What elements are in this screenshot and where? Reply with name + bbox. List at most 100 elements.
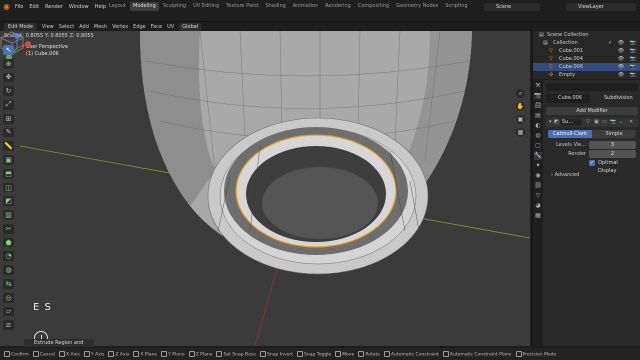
visibility-icons[interactable]: ✓ 👁 📷 (608, 39, 638, 47)
annotate-icon[interactable]: ✎ (3, 127, 14, 138)
blender-logo-icon[interactable]: ◉ (3, 3, 11, 11)
modifier-name-field[interactable]: Su... (560, 119, 582, 126)
outliner-row[interactable]: ▤ Scene Collection (533, 31, 640, 39)
menu-select[interactable]: Select (59, 23, 74, 31)
menu-edit[interactable]: Edit (29, 3, 39, 11)
menu-edge[interactable]: Edge (133, 23, 146, 31)
menu-file[interactable]: File (15, 3, 23, 11)
last-operator-panel[interactable]: Extrude Region and Move (24, 339, 94, 354)
visibility-icons[interactable]: 👁 📷 (618, 55, 638, 63)
loop-cut-icon[interactable]: ▥ (3, 210, 14, 220)
menu-face[interactable]: Face (151, 23, 162, 31)
tool-tab-icon[interactable]: ⚒ (534, 82, 542, 90)
tab-sculpting[interactable]: Sculpting (160, 2, 189, 11)
render-levels-field[interactable]: 2 (589, 150, 636, 158)
menu-vertex[interactable]: Vertex (112, 23, 128, 31)
perspective-grid-icon[interactable]: ▦ (516, 128, 525, 137)
camera-view-icon[interactable]: ▣ (516, 115, 525, 124)
advanced-label: Advanced (554, 172, 580, 178)
object-tab-icon[interactable]: ▢ (534, 142, 542, 150)
3d-viewport[interactable]: Scale X: 0.8055 Y: 0.8055 Z: 0.8055 User… (0, 31, 530, 346)
catmull-clark-button[interactable]: Catmull-Clark (548, 130, 592, 138)
collapse-chevron-icon[interactable]: ▾ (549, 118, 552, 127)
outliner-row[interactable]: ▽ Cube.004 👁 📷 (533, 55, 640, 63)
pan-hand-icon[interactable]: ✋ (516, 102, 525, 111)
outliner-row-selected[interactable]: ▽ Cube.006 👁 📷 (533, 63, 640, 71)
spin-icon[interactable]: ◔ (3, 251, 14, 262)
smooth-icon[interactable]: ◍ (3, 265, 14, 276)
add-cube-icon[interactable]: ▣ (3, 155, 14, 165)
data-tab-icon[interactable]: ▽ (534, 192, 542, 200)
texture-tab-icon[interactable]: ▦ (534, 212, 542, 220)
constraints-tab-icon[interactable]: ⛓ (534, 182, 542, 190)
view-layer-selector[interactable]: ViewLayer (566, 3, 636, 11)
advanced-section[interactable]: › Advanced (551, 171, 579, 179)
cursor-icon[interactable]: ⊕ (3, 58, 14, 69)
optimal-display-label: Optimal Display (598, 160, 618, 174)
object-name-field[interactable]: Cube.006 (546, 94, 590, 103)
view-layer-tab-icon[interactable]: ▤ (534, 112, 542, 120)
outliner-row[interactable]: ▤ Collection ✓ 👁 📷 (533, 39, 640, 47)
physics-tab-icon[interactable]: ◉ (534, 172, 542, 180)
world-tab-icon[interactable]: ◍ (534, 132, 542, 140)
render-icon[interactable]: 📷 (610, 118, 616, 127)
dropdown-icon[interactable]: ⌄ (619, 118, 623, 127)
shear-icon[interactable]: ▱ (3, 306, 14, 317)
add-modifier-button[interactable]: Add Modifier (546, 107, 638, 115)
menu-add[interactable]: Add (79, 23, 89, 31)
menu-window[interactable]: Window (69, 3, 89, 11)
visibility-icons[interactable]: 👁 📷 (618, 47, 638, 55)
tab-animation[interactable]: Animation (290, 2, 322, 11)
measure-icon[interactable]: 📏 (3, 141, 14, 152)
levels-viewport-field[interactable]: 3 (589, 141, 636, 149)
rotate-icon[interactable]: ↻ (3, 86, 14, 97)
tab-scripting[interactable]: Scripting (442, 2, 470, 11)
knife-icon[interactable]: ✂ (3, 223, 14, 234)
zoom-icon[interactable]: ⌕ (516, 89, 525, 98)
shrink-fatten-icon[interactable]: ◎ (3, 292, 14, 303)
inset-icon[interactable]: ◫ (3, 182, 14, 193)
modifier-tab-icon[interactable]: 🔧 (534, 152, 542, 160)
edit-mode-icon[interactable]: ▣ (594, 118, 599, 127)
properties-search[interactable] (546, 83, 638, 91)
particles-tab-icon[interactable]: ✦ (534, 162, 542, 170)
tab-layout[interactable]: Layout (106, 2, 129, 11)
move-icon[interactable]: ✥ (3, 72, 14, 83)
tab-compositing[interactable]: Compositing (355, 2, 392, 11)
menu-help[interactable]: Help (95, 3, 106, 11)
tab-shading[interactable]: Shading (262, 2, 288, 11)
realtime-icon[interactable]: ▭ (602, 118, 607, 127)
visibility-icons[interactable]: 👁 📷 (618, 71, 638, 79)
select-box-icon[interactable]: ↖ (3, 45, 14, 55)
tab-rendering[interactable]: Rendering (322, 2, 354, 11)
outliner-row[interactable]: ✣ Empty 👁 📷 (533, 71, 640, 79)
scene-selector[interactable]: Scene (484, 3, 540, 11)
scale-icon[interactable]: ⤢ (3, 100, 14, 110)
visibility-icons[interactable]: 👁 📷 (618, 63, 638, 71)
extrude-icon[interactable]: ⬒ (3, 168, 14, 179)
poly-build-icon[interactable]: ⬟ (3, 237, 14, 248)
bevel-icon[interactable]: ◩ (3, 196, 14, 207)
tab-modeling[interactable]: Modeling (130, 2, 159, 11)
menu-uv[interactable]: UV (167, 23, 174, 31)
transform-icon[interactable]: ⊞ (3, 113, 14, 124)
outliner-row[interactable]: ▽ Cube.001 👁 📷 (533, 47, 640, 55)
on-cage-icon[interactable]: ▽ (586, 118, 590, 127)
simple-button[interactable]: Simple (592, 130, 636, 138)
menu-mesh[interactable]: Mesh (94, 23, 107, 31)
orientation-dropdown[interactable]: Global (179, 22, 202, 31)
scene-tab-icon[interactable]: ◐ (534, 122, 542, 130)
menu-view[interactable]: View (42, 23, 54, 31)
tab-texture-paint[interactable]: Texture Paint (223, 2, 261, 11)
tab-geometry-nodes[interactable]: Geometry Nodes (393, 2, 441, 11)
menu-render[interactable]: Render (45, 3, 63, 11)
material-tab-icon[interactable]: ◕ (534, 202, 542, 210)
optimal-display-checkbox[interactable]: ✓ Optimal Display (589, 159, 637, 174)
edge-slide-icon[interactable]: ⇆ (3, 279, 14, 289)
close-icon[interactable]: ✕ (629, 118, 633, 127)
output-tab-icon[interactable]: 🖨 (534, 102, 542, 110)
tab-uv-editing[interactable]: UV Editing (190, 2, 222, 11)
render-tab-icon[interactable]: 📷 (534, 92, 542, 100)
mode-dropdown[interactable]: Edit Mode (4, 22, 37, 31)
rip-region-icon[interactable]: ⧄ (3, 320, 14, 331)
